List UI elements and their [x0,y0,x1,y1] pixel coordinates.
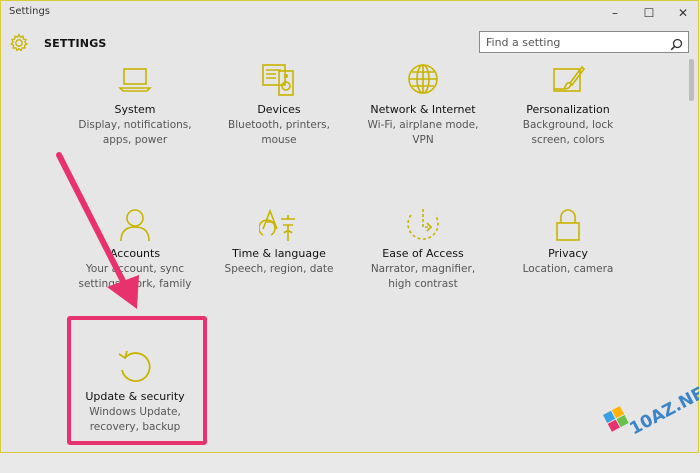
tile-personalization[interactable]: Personalization Background, lock screen, … [498,61,638,186]
ease-of-access-icon [403,205,443,245]
close-button[interactable]: ✕ [666,1,700,25]
tile-privacy[interactable]: Privacy Location, camera [498,205,638,330]
paintbrush-icon [548,61,588,101]
arrow-annotation [49,149,149,319]
tile-description: Bluetooth, printers, mouse [228,119,330,146]
highlight-box [67,316,207,445]
gear-icon [8,32,30,54]
tile-network-internet[interactable]: Network & Internet Wi-Fi, airplane mode,… [353,61,493,186]
svg-text:10AZ.NET: 10AZ.NET [626,378,699,440]
laptop-icon [115,61,155,101]
tile-time-language[interactable]: Time & language Speech, region, date [209,205,349,330]
title-bar: Settings – ☐ ✕ [1,1,698,25]
tile-name: Devices [257,103,301,116]
devices-icon [259,61,299,101]
globe-icon [403,61,443,101]
tile-description: Narrator, magnifier, high contrast [370,263,476,290]
tile-ease-of-access[interactable]: Ease of Access Narrator, magnifier, high … [353,205,493,330]
tile-description: Background, lock screen, colors [522,119,614,146]
search-input[interactable] [486,34,666,50]
tile-description: Speech, region, date [224,263,334,275]
lock-icon [548,205,588,245]
tile-name: Privacy [548,247,588,260]
tile-name: Time & language [232,247,326,260]
tile-description: Display, notifications, apps, power [78,119,192,146]
minimize-button[interactable]: – [598,1,632,25]
tile-name: System [114,103,156,116]
tile-name: Ease of Access [382,247,464,260]
tile-devices[interactable]: Devices Bluetooth, printers, mouse [209,61,349,186]
search-icon[interactable] [670,36,683,51]
search-box[interactable] [479,31,689,53]
tile-name: Personalization [526,103,610,116]
maximize-button[interactable]: ☐ [632,1,666,25]
tile-description: Location, camera [522,263,614,275]
window-title: Settings [9,6,51,17]
time-language-icon [258,205,299,245]
tile-description: Wi-Fi, airplane mode, VPN [367,119,479,146]
watermark-logo: 10AZ.NET [599,373,700,453]
page-title: SETTINGS [44,37,107,50]
settings-window: Settings – ☐ ✕ SETTINGS Find a setting S… [0,0,700,453]
tile-name: Network & Internet [370,103,476,116]
